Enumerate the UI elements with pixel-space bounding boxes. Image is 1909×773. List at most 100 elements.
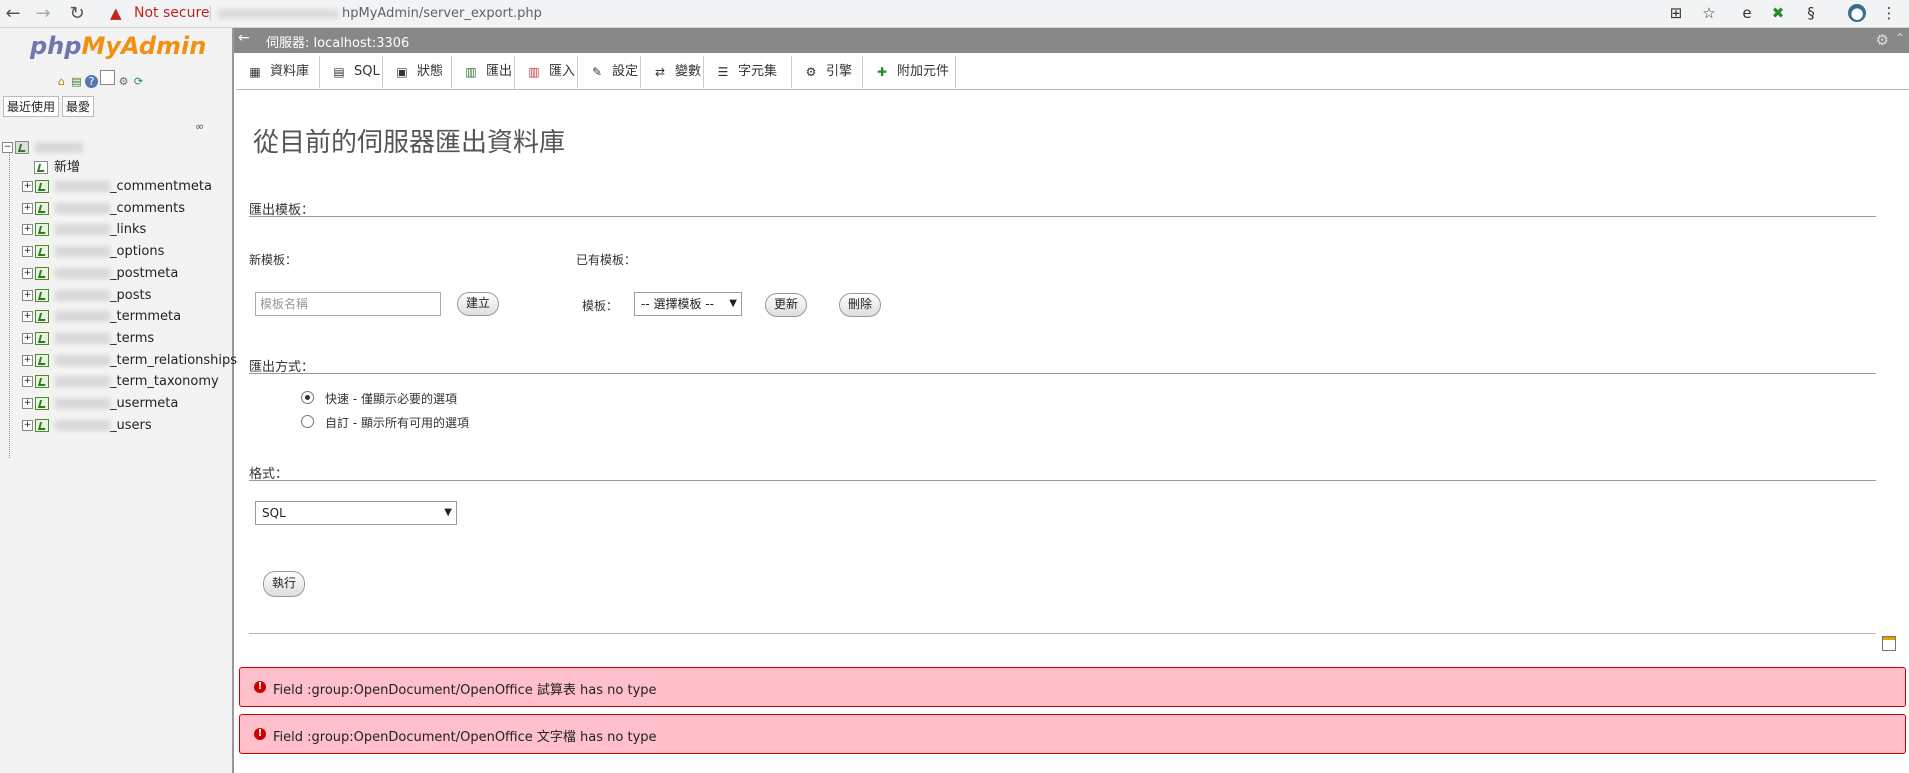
star-icon[interactable]: ☆ bbox=[1700, 4, 1718, 22]
refresh-icon[interactable]: ⟳ bbox=[132, 75, 145, 88]
error-text: Field :group:OpenDocument/OpenOffice 文字檔… bbox=[273, 730, 657, 745]
expand-icon[interactable]: + bbox=[22, 289, 33, 301]
table-name[interactable]: _posts bbox=[110, 288, 151, 303]
forward-icon[interactable]: → bbox=[32, 3, 54, 25]
new-table-row[interactable]: 新增 bbox=[34, 159, 80, 177]
back-icon[interactable]: ← bbox=[2, 3, 24, 25]
table-row[interactable]: + _termmeta bbox=[22, 308, 181, 326]
url-text[interactable]: hpMyAdmin/server_export.php bbox=[342, 6, 542, 21]
tab-variables[interactable]: ⇄ 變數 bbox=[641, 56, 704, 88]
expand-icon[interactable]: + bbox=[22, 332, 33, 344]
template-name-input[interactable] bbox=[255, 292, 441, 316]
quick-method-label[interactable]: 快速 - 僅顯示必要的選項 bbox=[325, 390, 457, 407]
collapse-top-icon[interactable]: ⌃ bbox=[1895, 31, 1905, 45]
expand-icon[interactable]: + bbox=[22, 376, 33, 388]
expand-icon[interactable]: + bbox=[22, 224, 33, 236]
expand-icon[interactable]: + bbox=[22, 398, 33, 409]
page-settings-icon[interactable]: ⚙ bbox=[1876, 31, 1889, 49]
table-row[interactable]: + _options bbox=[22, 243, 164, 261]
create-template-button[interactable]: 建立 bbox=[457, 292, 500, 316]
format-select[interactable]: SQL ▼ bbox=[255, 501, 457, 525]
collapse-icon[interactable]: − bbox=[2, 142, 13, 153]
server-breadcrumb[interactable]: 伺服器: localhost:3306 bbox=[266, 32, 409, 51]
table-name[interactable]: _term_taxonomy bbox=[110, 374, 219, 389]
table-row[interactable]: + _comments bbox=[22, 200, 185, 218]
expand-icon[interactable]: + bbox=[22, 354, 33, 366]
table-name[interactable]: _usermeta bbox=[110, 396, 178, 411]
table-prefix-redacted bbox=[55, 267, 110, 279]
table-row[interactable]: + _usermeta bbox=[22, 395, 178, 413]
table-row[interactable]: + _terms bbox=[22, 330, 154, 348]
table-row[interactable]: + _term_relationships bbox=[22, 352, 237, 370]
console-icon[interactable] bbox=[1882, 636, 1896, 651]
profile-avatar-icon[interactable]: ● bbox=[1848, 4, 1866, 22]
expand-icon[interactable]: + bbox=[22, 246, 33, 258]
table-row[interactable]: + _commentmeta bbox=[22, 178, 212, 196]
table-row[interactable]: + _postmeta bbox=[22, 265, 178, 283]
help-icon[interactable]: ? bbox=[85, 75, 98, 88]
tab-databases[interactable]: ▦ 資料庫 bbox=[236, 56, 320, 88]
warning-icon: ▲ bbox=[110, 4, 122, 22]
menu-icon[interactable]: ⋮ bbox=[1880, 4, 1898, 22]
export-tab-icon: ▥ bbox=[465, 64, 477, 79]
tab-status[interactable]: ▣ 狀態 bbox=[383, 56, 452, 88]
table-name[interactable]: _commentmeta bbox=[110, 179, 212, 194]
link-with-main-icon[interactable]: ∞ bbox=[195, 120, 204, 133]
tab-plugins[interactable]: ✚ 附加元件 bbox=[863, 56, 956, 88]
home-icon[interactable]: ⌂ bbox=[55, 75, 68, 88]
section-divider bbox=[249, 480, 1876, 481]
tab-export[interactable]: ▥ 匯出 bbox=[452, 56, 515, 89]
expand-icon[interactable]: + bbox=[22, 202, 33, 214]
table-name[interactable]: _termmeta bbox=[110, 309, 181, 324]
delete-template-button[interactable]: 刪除 bbox=[839, 293, 882, 317]
database-icon bbox=[15, 141, 29, 154]
database-name-redacted[interactable] bbox=[35, 142, 83, 153]
expand-icon[interactable]: + bbox=[22, 181, 33, 192]
error-message: ! Field :group:OpenDocument/OpenOffice 試… bbox=[239, 667, 1906, 707]
table-name[interactable]: _comments bbox=[110, 201, 185, 216]
table-row[interactable]: + _posts bbox=[22, 287, 151, 305]
expand-icon[interactable]: + bbox=[22, 267, 33, 279]
reload-icon[interactable]: ↻ bbox=[66, 3, 88, 25]
tab-import[interactable]: ▥ 匯入 bbox=[515, 56, 578, 88]
settings-icon[interactable]: ⚙ bbox=[117, 75, 130, 88]
new-table-label[interactable]: 新增 bbox=[54, 160, 80, 175]
table-row[interactable]: + _users bbox=[22, 417, 152, 435]
favorites-tab[interactable]: 最愛 bbox=[62, 96, 95, 117]
extension-e-icon[interactable]: e bbox=[1738, 4, 1756, 22]
table-name[interactable]: _links bbox=[110, 222, 146, 237]
plugin-icon: ✚ bbox=[876, 64, 888, 79]
expand-icon[interactable]: + bbox=[22, 311, 33, 323]
collapse-nav-icon[interactable]: ← bbox=[238, 30, 250, 46]
not-secure-label[interactable]: Not secure bbox=[134, 5, 210, 21]
update-template-button[interactable]: 更新 bbox=[765, 293, 808, 317]
db-root-row[interactable]: − bbox=[2, 139, 83, 157]
extension-x-icon[interactable]: ✖ bbox=[1769, 4, 1787, 22]
table-name[interactable]: _terms bbox=[110, 331, 154, 346]
custom-method-radio[interactable] bbox=[301, 415, 314, 428]
expand-icon[interactable]: + bbox=[22, 419, 33, 431]
quick-method-radio[interactable] bbox=[301, 391, 314, 404]
logout-icon[interactable]: ▤ bbox=[70, 75, 83, 88]
tab-sql[interactable]: ▤ SQL bbox=[320, 56, 383, 88]
go-button[interactable]: 執行 bbox=[263, 571, 306, 597]
table-name[interactable]: _options bbox=[110, 244, 164, 259]
tab-engines[interactable]: ⚙ 引擎 bbox=[792, 56, 863, 88]
table-name[interactable]: _term_relationships bbox=[110, 353, 237, 368]
recent-tab[interactable]: 最近使用 bbox=[3, 96, 60, 117]
table-row[interactable]: + _links bbox=[22, 221, 146, 239]
table-name[interactable]: _users bbox=[110, 418, 152, 433]
docs-icon[interactable] bbox=[100, 70, 115, 85]
table-icon bbox=[35, 288, 49, 302]
extension-s-icon[interactable]: § bbox=[1802, 4, 1820, 22]
custom-method-label[interactable]: 自訂 - 顯示所有可用的選項 bbox=[325, 414, 469, 431]
table-name[interactable]: _postmeta bbox=[110, 266, 178, 281]
table-icon bbox=[35, 223, 49, 237]
table-row[interactable]: + _term_taxonomy bbox=[22, 373, 219, 391]
tab-charsets[interactable]: ☰ 字元集 bbox=[704, 56, 792, 88]
tab-settings[interactable]: ✎ 設定 bbox=[578, 56, 641, 88]
translate-icon[interactable]: ⊞ bbox=[1667, 4, 1685, 22]
address-bar[interactable]: ▲ Not secure | hpMyAdmin/server_export.p… bbox=[104, 3, 1634, 24]
phpmyadmin-logo[interactable]: phpMyAdmin bbox=[30, 32, 206, 60]
template-select[interactable]: -- 選擇模板 -- ▼ bbox=[634, 292, 742, 316]
